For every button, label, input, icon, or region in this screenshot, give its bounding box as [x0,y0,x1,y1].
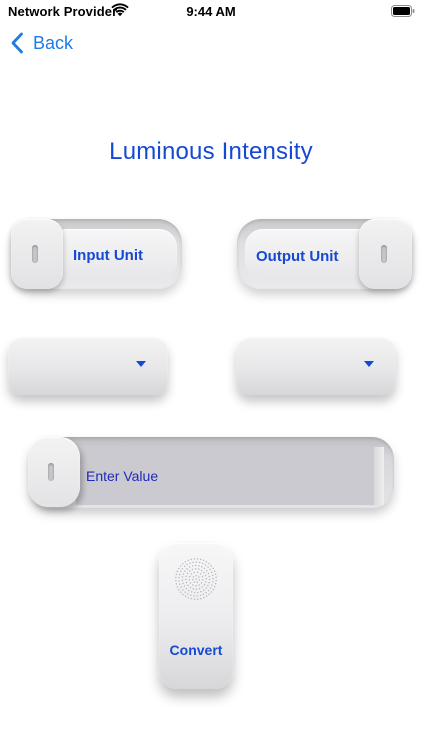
battery-icon [391,5,415,17]
back-button[interactable]: Back [10,30,73,56]
input-unit-label: Input Unit [73,247,143,264]
value-input-knob[interactable] [28,437,80,507]
value-input[interactable] [76,447,374,505]
chevron-left-icon [11,32,23,54]
back-label: Back [33,32,74,53]
status-bar: Network Provider 9:44 AM [0,0,422,24]
clock-time: 9:44 AM [186,4,236,19]
page-title: Luminous Intensity [109,138,313,165]
output-unit-dropdown[interactable] [236,337,396,395]
knob-slot-icon [32,245,38,263]
speaker-grille-icon [175,558,217,600]
input-unit-toggle[interactable]: Input Unit [11,219,182,289]
output-unit-toggle-knob[interactable] [359,219,412,289]
input-unit-dropdown[interactable] [8,337,168,395]
value-input-end-cap [374,447,384,505]
knob-slot-icon [48,463,54,481]
input-unit-toggle-knob[interactable] [11,219,63,289]
caret-down-icon [136,361,146,367]
caret-down-icon [364,361,374,367]
knob-slot-icon [381,245,387,263]
output-unit-label: Output Unit [256,248,339,265]
convert-label: Convert [169,642,223,658]
output-unit-toggle[interactable]: Output Unit [237,219,412,289]
